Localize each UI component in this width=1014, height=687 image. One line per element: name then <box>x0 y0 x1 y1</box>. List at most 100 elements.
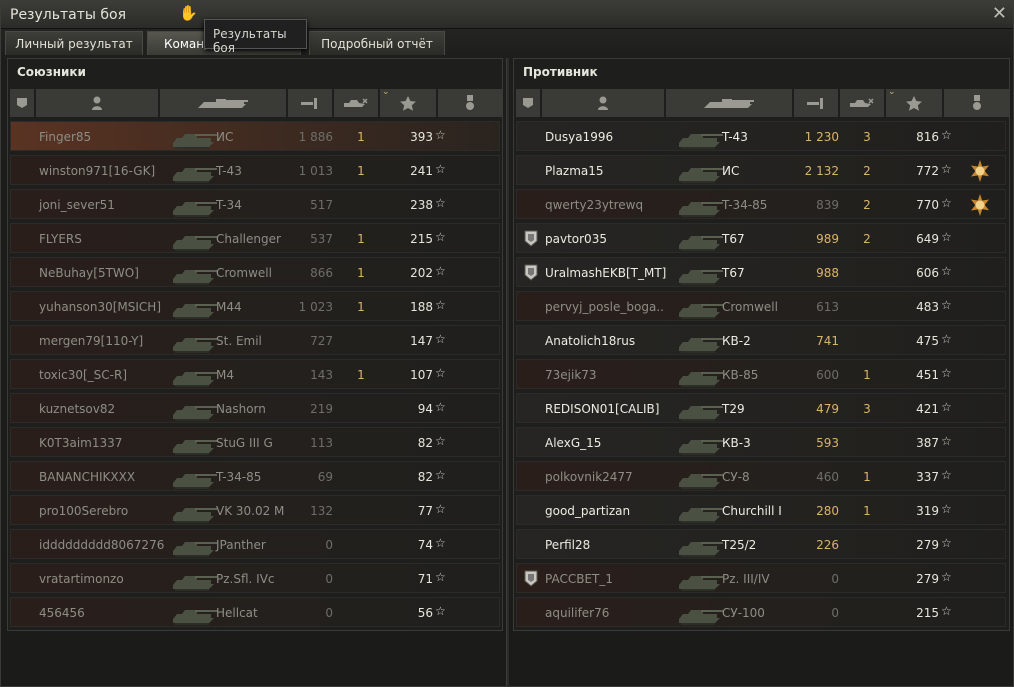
tank-column-header[interactable] <box>666 89 792 117</box>
damage-value: 1 886 <box>298 130 333 144</box>
table-row[interactable]: yuhanson30[MSICH] M44 1 023 1 188 ☆ <box>10 291 500 321</box>
kills-value: 1 <box>357 130 365 144</box>
medal-icon[interactable] <box>969 160 991 182</box>
tank-name: M4 <box>216 368 234 382</box>
table-row[interactable]: Perfil28 T25/2 226 279 ☆ <box>516 529 1006 559</box>
player-name: UralmashEKB[T_MT] <box>545 266 667 280</box>
panel-divider <box>506 58 509 687</box>
player-name: joni_sever51 <box>39 198 115 212</box>
tank-icon <box>169 497 219 525</box>
tank-name: T-43 <box>216 164 242 178</box>
table-row[interactable]: 73ejik73 КВ-85 600 1 451 ☆ <box>516 359 1006 389</box>
damage-column-header[interactable] <box>794 89 838 117</box>
player-name: kuznetsov82 <box>39 402 116 416</box>
damage-value: 537 <box>310 232 333 246</box>
table-row[interactable]: Finger85 ИС 1 886 1 393 ☆ <box>10 121 500 151</box>
kills-column-header[interactable] <box>334 89 378 117</box>
tank-icon <box>169 293 219 321</box>
damage-value: 0 <box>325 606 333 620</box>
star-icon: ☆ <box>941 434 952 448</box>
table-row[interactable]: pervyj_posle_boga.. Cromwell 613 483 ☆ <box>516 291 1006 321</box>
table-row[interactable]: Plazma15 ИС 2 132 2 772 ☆ <box>516 155 1006 185</box>
badge-icon <box>523 230 539 248</box>
xp-column-header[interactable]: ⌄ <box>380 87 436 117</box>
badge-icon <box>523 570 539 588</box>
tank-icon <box>675 497 725 525</box>
table-row[interactable]: joni_sever51 T-34 517 238 ☆ <box>10 189 500 219</box>
kills-column-header[interactable] <box>840 89 884 117</box>
xp-value: 393 <box>410 130 433 144</box>
table-row[interactable]: toxic30[_SC-R] M4 143 1 107 ☆ <box>10 359 500 389</box>
star-icon: ☆ <box>435 196 446 210</box>
star-icon: ☆ <box>941 468 952 482</box>
player-name: Anatolich18rus <box>545 334 636 348</box>
table-row[interactable]: K0T3aim1337 StuG III G 113 82 ☆ <box>10 427 500 457</box>
table-row[interactable]: FLYERS Challenger 537 1 215 ☆ <box>10 223 500 253</box>
table-row[interactable]: pavtor035 T67 989 2 649 ☆ <box>516 223 1006 253</box>
damage-value: 1 023 <box>298 300 333 314</box>
medal-column-header[interactable] <box>438 89 502 117</box>
damage-value: 839 <box>816 198 839 212</box>
table-row[interactable]: pro100Serebro VK 30.02 M 132 77 ☆ <box>10 495 500 525</box>
xp-value: 77 <box>417 504 433 518</box>
player-column-header[interactable] <box>36 89 158 117</box>
table-row[interactable]: Anatolich18rus КВ-2 741 475 ☆ <box>516 325 1006 355</box>
star-icon: ☆ <box>941 128 952 142</box>
star-icon: ☆ <box>941 502 952 516</box>
tank-icon <box>169 429 219 457</box>
tank-column-header[interactable] <box>160 89 286 117</box>
table-row[interactable]: REDISON01[CALIB] T29 479 3 421 ☆ <box>516 393 1006 423</box>
tank-name: ИС <box>722 164 740 178</box>
tank-icon <box>675 293 725 321</box>
table-row[interactable]: winston971[16-GK] T-43 1 013 1 241 ☆ <box>10 155 500 185</box>
table-row[interactable]: PACCBET_1 Pz. III/IV 0 279 ☆ <box>516 563 1006 593</box>
damage-column-header[interactable] <box>288 89 332 117</box>
enemies-title: Противник <box>523 65 598 79</box>
table-row[interactable]: kuznetsov82 Nashorn 219 94 ☆ <box>10 393 500 423</box>
player-name: BANANCHIKXXX <box>39 470 136 484</box>
table-row[interactable]: BANANCHIKXXX T-34-85 69 82 ☆ <box>10 461 500 491</box>
star-icon: ☆ <box>941 332 952 346</box>
star-icon: ☆ <box>435 536 446 550</box>
badge-column-header[interactable] <box>10 89 34 117</box>
player-name: winston971[16-GK] <box>39 164 156 178</box>
table-row[interactable]: 456456 Hellcat 0 56 ☆ <box>10 597 500 627</box>
table-row[interactable]: iddddddddd8067276 JPanther 0 74 ☆ <box>10 529 500 559</box>
table-row[interactable]: Dusya1996 T-43 1 230 3 816 ☆ <box>516 121 1006 151</box>
player-column-header[interactable] <box>542 89 664 117</box>
tank-icon <box>169 191 219 219</box>
xp-value: 56 <box>417 606 433 620</box>
player-name: PACCBET_1 <box>545 572 614 586</box>
xp-value: 475 <box>916 334 939 348</box>
medal-icon[interactable] <box>969 194 991 216</box>
player-name: FLYERS <box>39 232 82 246</box>
xp-value: 94 <box>417 402 433 416</box>
badge-column-header[interactable] <box>516 89 540 117</box>
table-row[interactable]: good_partizan Churchill I 280 1 319 ☆ <box>516 495 1006 525</box>
tank-name: St. Emil <box>216 334 262 348</box>
player-name: AlexG_15 <box>545 436 602 450</box>
table-row[interactable]: qwerty23ytrewq T-34-85 839 2 770 ☆ <box>516 189 1006 219</box>
xp-column-header[interactable]: ⌄ <box>886 87 942 117</box>
table-row[interactable]: AlexG_15 КВ-3 593 387 ☆ <box>516 427 1006 457</box>
table-row[interactable]: polkovnik2477 СУ-8 460 1 337 ☆ <box>516 461 1006 491</box>
player-name: Dusya1996 <box>545 130 614 144</box>
title-bar[interactable]: Результаты боя ✋ ✕ <box>1 1 1013 29</box>
tab-personal-result[interactable]: Личный результат <box>5 31 143 55</box>
star-icon: ☆ <box>435 162 446 176</box>
star-icon: ☆ <box>941 230 952 244</box>
table-row[interactable]: aquilifer76 СУ-100 0 215 ☆ <box>516 597 1006 627</box>
table-row[interactable]: NeBuhay[5TWO] Cromwell 866 1 202 ☆ <box>10 257 500 287</box>
medal-column-header[interactable] <box>944 89 1010 117</box>
damage-value: 2 132 <box>804 164 839 178</box>
player-name: 456456 <box>39 606 85 620</box>
badge-icon <box>523 264 539 282</box>
star-icon: ☆ <box>435 502 446 516</box>
star-icon: ☆ <box>435 434 446 448</box>
tank-icon <box>675 157 725 185</box>
close-icon[interactable]: ✕ <box>992 3 1007 24</box>
table-row[interactable]: vratartimonzo Pz.Sfl. IVc 0 71 ☆ <box>10 563 500 593</box>
table-row[interactable]: UralmashEKB[T_MT] T67 988 606 ☆ <box>516 257 1006 287</box>
table-row[interactable]: mergen79[110-Y] St. Emil 727 147 ☆ <box>10 325 500 355</box>
tab-detailed-report[interactable]: Подробный отчёт <box>309 31 445 55</box>
